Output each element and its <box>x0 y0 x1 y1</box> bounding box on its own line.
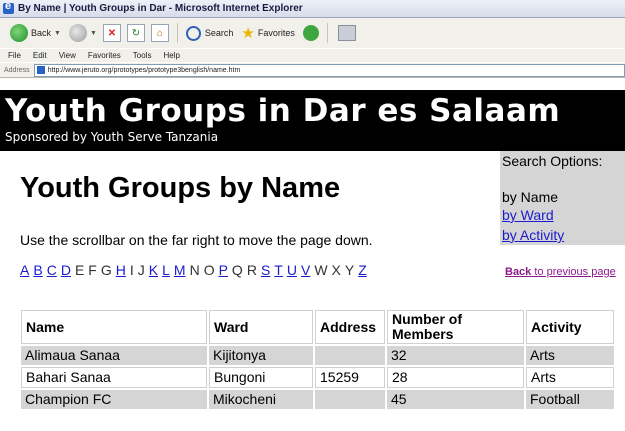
table-row: Alimaua Sanaa Kijitonya 32 Arts <box>21 346 614 365</box>
site-sponsor: Sponsored by Youth Serve Tanzania <box>5 130 219 144</box>
menu-tools[interactable]: Tools <box>133 51 152 60</box>
search-by-name-current: by Name <box>502 189 559 205</box>
search-by-activity-link[interactable]: by Activity <box>502 227 564 243</box>
address-label: Address <box>4 66 30 74</box>
search-icon[interactable] <box>185 25 201 41</box>
letter-link-t[interactable]: T <box>274 262 283 278</box>
table-row: Champion FC Mikocheni 45 Football <box>21 390 614 409</box>
back-button-label[interactable]: Back <box>31 28 51 38</box>
menu-bar: File Edit View Favorites Tools Help <box>0 49 625 62</box>
cell-address <box>315 390 385 409</box>
alphabet-index: ABCDEFGHIJKLMNOPQRSTUVWXYZ <box>20 262 371 278</box>
chevron-down-icon[interactable]: ▼ <box>90 30 97 37</box>
back-link-rest[interactable]: to previous page <box>531 266 615 278</box>
menu-favorites[interactable]: Favorites <box>88 51 121 60</box>
site-banner: Youth Groups in Dar es Salaam Sponsored … <box>0 90 625 151</box>
cell-members: 28 <box>387 367 524 388</box>
column-header-ward: Ward <box>209 310 313 344</box>
home-icon[interactable]: ⌂ <box>150 24 169 42</box>
letter-link-p[interactable]: P <box>219 262 228 278</box>
cell-address: 15259 <box>315 367 385 388</box>
window-titlebar: By Name | Youth Groups in Dar - Microsof… <box>0 0 625 18</box>
window-title: By Name | Youth Groups in Dar - Microsof… <box>18 3 303 14</box>
letter-link-z[interactable]: Z <box>358 262 367 278</box>
back-to-previous-page-link[interactable]: Back to previous page <box>505 265 620 279</box>
letter-g: G <box>100 262 112 278</box>
column-header-activity: Activity <box>526 310 614 344</box>
cell-activity: Football <box>526 390 614 409</box>
ie-icon <box>3 0 14 14</box>
cell-members: 32 <box>387 346 524 365</box>
letter-link-h[interactable]: H <box>116 262 126 278</box>
cell-activity: Arts <box>526 367 614 388</box>
column-header-name: Name <box>21 310 207 344</box>
letter-link-l[interactable]: L <box>162 262 170 278</box>
cell-ward: Kijitonya <box>209 346 313 365</box>
letter-e: E <box>74 262 85 278</box>
youth-groups-table: Name Ward Address Number of Members Acti… <box>19 308 616 411</box>
letter-y: Y <box>344 262 355 278</box>
letter-r: R <box>246 262 257 278</box>
cell-address <box>315 346 385 365</box>
search-button-label[interactable]: Search <box>205 28 234 38</box>
print-icon[interactable] <box>337 25 356 41</box>
address-input[interactable]: http://www.jeruto.org/prototypes/prototy… <box>33 63 625 77</box>
favorites-button-label[interactable]: Favorites <box>258 28 295 38</box>
toolbar-separator <box>176 23 178 43</box>
browser-toolbar: Back ▼ ▼ ✕ ↻ ⌂ Search ★ Favorites <box>0 18 625 48</box>
forward-arrow-icon[interactable] <box>68 24 87 42</box>
back-link-bold[interactable]: Back <box>505 266 531 278</box>
letter-i: I <box>129 262 134 278</box>
letter-f: F <box>88 262 97 278</box>
letter-j: J <box>137 262 145 278</box>
letter-link-u[interactable]: U <box>287 262 297 278</box>
letter-link-k[interactable]: K <box>149 262 158 278</box>
letter-link-a[interactable]: A <box>20 262 29 278</box>
address-url: http://www.jeruto.org/prototypes/prototy… <box>47 66 241 74</box>
letter-link-b[interactable]: B <box>33 262 42 278</box>
menu-help[interactable]: Help <box>163 51 179 60</box>
back-arrow-icon[interactable] <box>10 24 28 42</box>
table-row: Bahari Sanaa Bungoni 15259 28 Arts <box>21 367 614 388</box>
scroll-instruction: Use the scrollbar on the far right to mo… <box>20 232 373 248</box>
letter-n: N <box>189 262 200 278</box>
letter-o: O <box>203 262 215 278</box>
letter-w: W <box>314 262 328 278</box>
search-options-title: Search Options: <box>502 153 603 169</box>
column-header-address: Address <box>315 310 385 344</box>
favorites-star-icon[interactable]: ★ <box>241 24 254 42</box>
page-icon <box>36 66 45 74</box>
cell-ward: Mikocheni <box>209 390 313 409</box>
menu-edit[interactable]: Edit <box>33 51 47 60</box>
stop-icon[interactable]: ✕ <box>102 24 121 42</box>
media-icon[interactable] <box>302 25 319 41</box>
letter-link-d[interactable]: D <box>61 262 71 278</box>
chevron-down-icon[interactable]: ▼ <box>54 30 61 37</box>
letter-link-m[interactable]: M <box>174 262 186 278</box>
letter-x: X <box>331 262 341 278</box>
cell-name: Champion FC <box>21 390 207 409</box>
table-header-row: Name Ward Address Number of Members Acti… <box>21 310 614 344</box>
cell-ward: Bungoni <box>209 367 313 388</box>
letter-link-c[interactable]: C <box>47 262 57 278</box>
page-title: Youth Groups by Name <box>20 172 341 204</box>
menu-file[interactable]: File <box>8 51 21 60</box>
letter-q: Q <box>231 262 243 278</box>
cell-name: Alimaua Sanaa <box>21 346 207 365</box>
search-options-panel: Search Options: by Name by Ward by Activ… <box>500 151 625 245</box>
site-title: Youth Groups in Dar es Salaam <box>5 93 561 129</box>
search-by-ward-link[interactable]: by Ward <box>502 207 554 223</box>
letter-link-s[interactable]: S <box>261 262 270 278</box>
cell-members: 45 <box>387 390 524 409</box>
letter-link-v[interactable]: V <box>301 262 310 278</box>
cell-name: Bahari Sanaa <box>21 367 207 388</box>
address-bar: Address http://www.jeruto.org/prototypes… <box>0 63 625 78</box>
toolbar-separator <box>326 23 328 43</box>
cell-activity: Arts <box>526 346 614 365</box>
menu-view[interactable]: View <box>59 51 76 60</box>
column-header-members: Number of Members <box>387 310 524 344</box>
refresh-icon[interactable]: ↻ <box>126 24 145 42</box>
